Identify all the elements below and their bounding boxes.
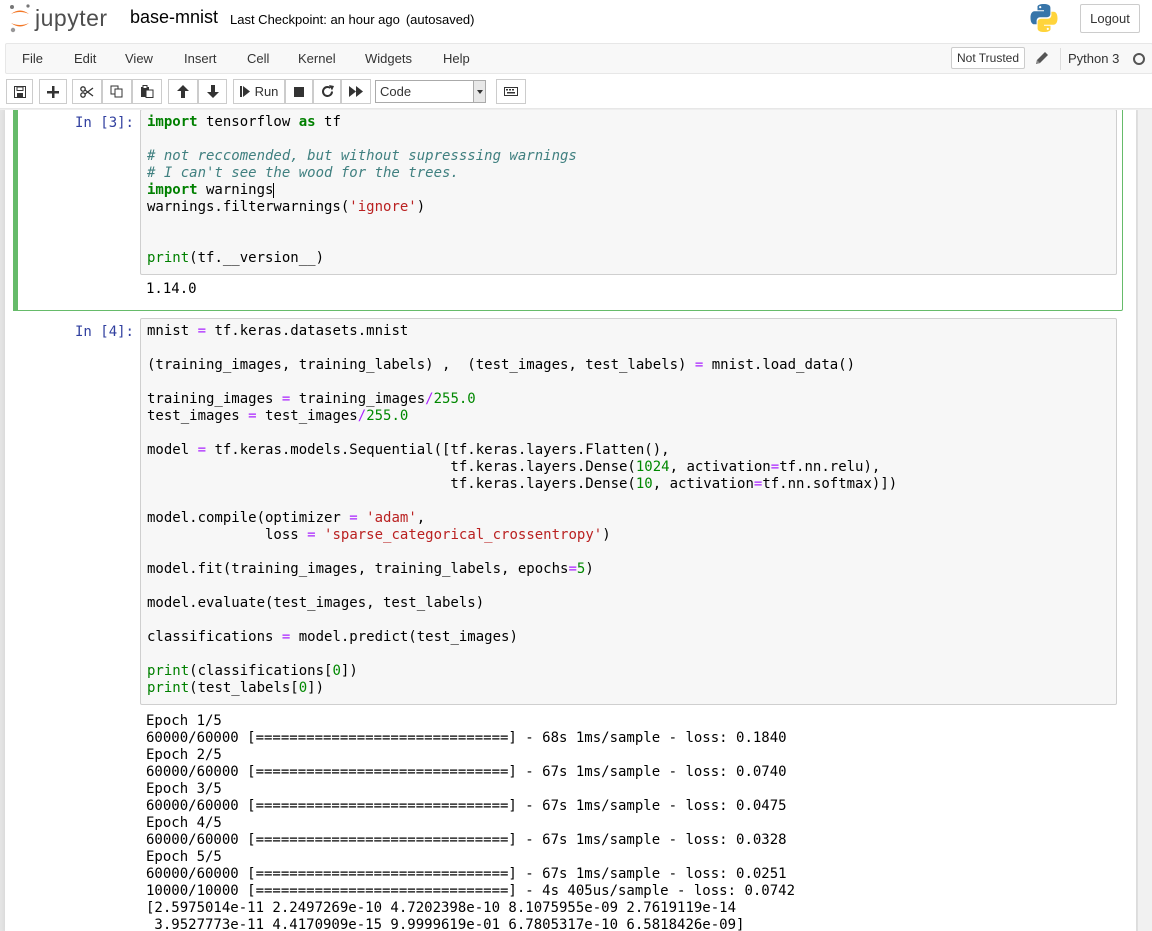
fast-forward-icon [348, 86, 363, 97]
input-prompt: In [3]: [74, 115, 134, 131]
chevron-down-icon [473, 81, 485, 102]
kernel-name[interactable]: Python 3 [1068, 44, 1119, 73]
code-comment: # I can't see the wood for the trees. [147, 165, 459, 181]
arrow-down-icon [206, 85, 219, 98]
step-forward-icon [239, 86, 250, 97]
menu-view[interactable]: View [125, 44, 153, 73]
code-keyword: import [147, 182, 198, 198]
output-line: Epoch 5/5 [146, 849, 222, 865]
menu-cell[interactable]: Cell [247, 44, 269, 73]
menu-help[interactable]: Help [443, 44, 470, 73]
menu-insert[interactable]: Insert [184, 44, 217, 73]
interrupt-kernel-button[interactable] [285, 79, 313, 104]
floppy-disk-icon [13, 85, 26, 98]
output-line: 60000/60000 [===========================… [146, 866, 787, 882]
jupyter-logo-icon [10, 4, 30, 33]
notebook-area: In [3]: import tensorflow as tf # not re… [0, 110, 1152, 931]
code-builtin: print [147, 250, 190, 266]
arrow-up-icon [177, 85, 189, 98]
run-button[interactable]: Run [233, 79, 285, 104]
output-line: 60000/60000 [===========================… [146, 832, 787, 848]
paste-button[interactable] [132, 79, 162, 104]
scrollbar-thumb[interactable] [1141, 110, 1149, 931]
output-line: 60000/60000 [===========================… [146, 764, 787, 780]
save-button[interactable] [6, 79, 33, 104]
scrollbar[interactable] [1138, 110, 1152, 931]
cell-output: Epoch 1/5 60000/60000 [=================… [146, 713, 795, 931]
code-editor[interactable]: import tensorflow as tf # not reccomende… [140, 110, 1117, 275]
kernel-idle-indicator-icon [1133, 53, 1145, 65]
output-line: 60000/60000 [===========================… [146, 730, 787, 746]
header: jupyter base-mnist Last Checkpoint: an h… [0, 0, 1152, 109]
paste-icon [141, 85, 154, 98]
menubar: File Edit View Insert Cell Kernel Widget… [5, 43, 1152, 74]
output-line: 60000/60000 [===========================… [146, 798, 787, 814]
code-cell[interactable]: In [4]: mnist = tf.keras.datasets.mnist … [13, 317, 1123, 931]
selected-cell-bar [13, 110, 18, 311]
output-line: Epoch 3/5 [146, 781, 222, 797]
code-line-0-kw2: as [298, 114, 316, 130]
autosave-status: (autosaved) [405, 12, 475, 27]
menu-widgets[interactable]: Widgets [365, 44, 412, 73]
kernel-separator [1060, 48, 1061, 70]
move-up-button[interactable] [168, 79, 198, 104]
code-comment: # not reccomended, but without supresssi… [147, 148, 577, 164]
restart-run-all-button[interactable] [341, 79, 371, 104]
checkpoint-status: Last Checkpoint: an hour ago (autosaved) [230, 12, 475, 27]
plus-icon [47, 85, 59, 98]
scissors-icon [80, 85, 94, 98]
menu-edit[interactable]: Edit [74, 44, 96, 73]
refresh-icon [321, 85, 334, 97]
menu-kernel[interactable]: Kernel [298, 44, 336, 73]
output-line: [2.5975014e-11 2.2497269e-10 4.7202398e-… [146, 900, 737, 916]
logout-button[interactable]: Logout [1080, 4, 1140, 33]
code-cell-selected[interactable]: In [3]: import tensorflow as tf # not re… [13, 110, 1123, 311]
pencil-icon[interactable] [1034, 50, 1050, 66]
cell-output: 1.14.0 [146, 281, 197, 297]
output-line: Epoch 1/5 [146, 713, 222, 729]
code-line-0-kw: import [147, 114, 198, 130]
cell-type-value: Code [380, 84, 412, 99]
not-trusted-button[interactable]: Not Trusted [951, 47, 1026, 69]
jupyter-logo-text: jupyter [35, 4, 108, 31]
move-down-button[interactable] [198, 79, 227, 104]
copy-button[interactable] [102, 79, 132, 104]
output-line: 3.9527773e-11 4.4170909e-15 9.9999619e-0… [146, 917, 745, 931]
menu-file[interactable]: File [22, 44, 43, 73]
code-text[interactable]: import tensorflow as tf # not reccomende… [147, 114, 577, 267]
keyboard-icon [504, 87, 518, 96]
cell-type-select[interactable]: Code [375, 80, 486, 103]
restart-kernel-button[interactable] [313, 79, 341, 104]
output-line: Epoch 4/5 [146, 815, 222, 831]
text-cursor [273, 182, 275, 198]
checkpoint-text: Last Checkpoint: an hour ago [230, 12, 400, 27]
jupyter-logo[interactable]: jupyter [8, 2, 108, 34]
code-text[interactable]: mnist = tf.keras.datasets.mnist (trainin… [147, 323, 897, 697]
code-string: 'ignore' [349, 199, 417, 215]
run-button-label: Run [254, 84, 279, 99]
output-line: 10000/10000 [===========================… [146, 883, 796, 899]
stop-icon [294, 86, 304, 97]
code-editor[interactable]: mnist = tf.keras.datasets.mnist (trainin… [140, 318, 1117, 705]
input-prompt: In [4]: [74, 324, 134, 340]
cut-button[interactable] [72, 79, 102, 104]
copy-icon [110, 85, 123, 98]
python-logo-icon [1030, 4, 1058, 33]
notebook-name[interactable]: base-mnist [130, 7, 218, 28]
command-palette-button[interactable] [496, 79, 526, 104]
insert-cell-button[interactable] [39, 79, 67, 104]
output-line: Epoch 2/5 [146, 747, 222, 763]
